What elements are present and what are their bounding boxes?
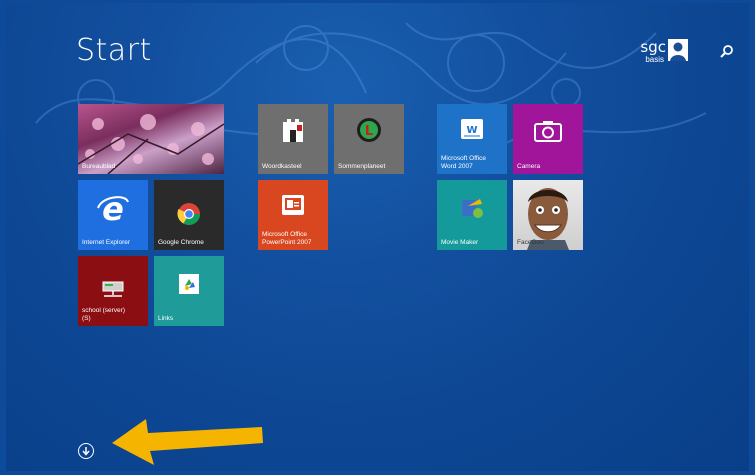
tile-label: school (server) (S) [82,307,125,322]
user-subtitle: basis [645,55,664,64]
start-screen: Start sgc basis Bureaublad e Internet Ex… [6,3,749,471]
tile-powerpoint-2007[interactable]: Microsoft Office PowerPoint 2007 [258,180,328,250]
svg-text:W: W [466,125,477,136]
word-icon: W [437,118,507,140]
tile-label: Links [158,314,174,322]
network-drive-icon [78,278,148,298]
yellow-pointer-arrow-icon [112,419,263,465]
links-icon [154,274,224,294]
tile-desktop[interactable]: Bureaublad [78,104,224,174]
svg-text:L: L [365,124,373,139]
tile-google-chrome[interactable]: Google Chrome [154,180,224,250]
powerpoint-icon [258,194,328,216]
tile-internet-explorer[interactable]: e Internet Explorer [78,180,148,250]
all-apps-down-arrow-icon[interactable] [78,443,94,459]
chrome-icon [154,202,224,226]
movie-maker-icon [437,196,507,220]
user-name: sgc [640,38,666,56]
tile-woordkasteel[interactable]: Woordkasteel [258,104,328,174]
tile-sommenplaneet[interactable]: L Sommenplaneet [334,104,404,174]
tile-label: Camera [517,162,541,170]
tile-facegoo[interactable]: FaceGoo [513,180,583,250]
tile-label: Movie Maker [441,238,479,246]
tile-school-server[interactable]: school (server) (S) [78,256,148,326]
tile-movie-maker[interactable]: Movie Maker [437,180,507,250]
planet-icon: L [334,116,404,144]
tile-label: Internet Explorer [82,238,131,246]
tile-label: Sommenplaneet [338,162,386,170]
user-avatar-icon [668,39,688,61]
search-icon[interactable] [718,43,736,61]
tile-label: Bureaublad [82,162,116,170]
tile-links[interactable]: Links [154,256,224,326]
tile-word-2007[interactable]: W Microsoft Office Word 2007 [437,104,507,174]
camera-icon [513,120,583,142]
tile-label: Google Chrome [158,238,204,246]
tile-label: Woordkasteel [262,162,302,170]
tile-label: Microsoft Office Word 2007 [441,155,487,170]
tile-camera[interactable]: Camera [513,104,583,174]
tile-label: Microsoft Office PowerPoint 2007 [262,231,312,246]
castle-icon [258,116,328,144]
page-title: Start [76,33,152,68]
internet-explorer-icon: e [78,192,148,226]
user-account[interactable]: sgc basis [640,39,706,71]
tile-label: FaceGoo [517,238,544,246]
